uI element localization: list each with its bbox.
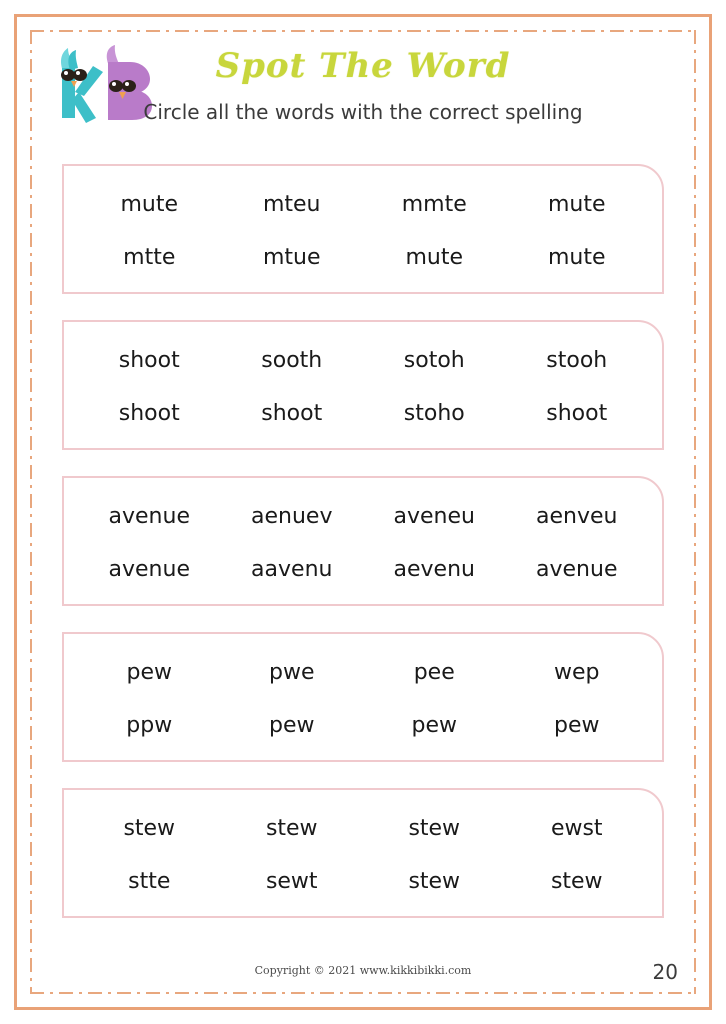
word-option[interactable]: sotoh: [363, 348, 506, 373]
word-option[interactable]: stew: [221, 816, 364, 841]
word-option[interactable]: mmte: [363, 192, 506, 217]
word-option[interactable]: shoot: [221, 401, 364, 426]
word-row: shoot shoot stoho shoot: [78, 401, 648, 426]
word-box-2: shoot sooth sotoh stooh shoot shoot stoh…: [62, 320, 664, 450]
word-option[interactable]: wep: [506, 660, 649, 685]
word-option[interactable]: mute: [78, 192, 221, 217]
worksheet-page: Spot The Word Circle all the words with …: [0, 0, 726, 1024]
worksheet-footer: Copyright © 2021 www.kikkibikki.com 20: [40, 960, 686, 986]
word-box-4: pew pwe pee wep ppw pew pew pew: [62, 632, 664, 762]
word-option[interactable]: aveneu: [363, 504, 506, 529]
word-option[interactable]: pew: [363, 713, 506, 738]
word-option[interactable]: avenue: [506, 557, 649, 582]
word-option[interactable]: pew: [506, 713, 649, 738]
copyright-text: Copyright © 2021 www.kikkibikki.com: [254, 964, 472, 977]
word-option[interactable]: avenue: [78, 557, 221, 582]
word-box-3: avenue aenuev aveneu aenveu avenue aaven…: [62, 476, 664, 606]
word-option[interactable]: aavenu: [221, 557, 364, 582]
word-row: mute mteu mmte mute: [78, 192, 648, 217]
word-option[interactable]: avenue: [78, 504, 221, 529]
word-option[interactable]: shoot: [78, 401, 221, 426]
word-option[interactable]: sooth: [221, 348, 364, 373]
word-option[interactable]: stoho: [363, 401, 506, 426]
word-option[interactable]: pwe: [221, 660, 364, 685]
word-option[interactable]: mute: [506, 192, 649, 217]
worksheet-header: Spot The Word Circle all the words with …: [40, 38, 686, 146]
word-option[interactable]: stew: [506, 869, 649, 894]
word-option[interactable]: mute: [363, 245, 506, 270]
word-box-5: stew stew stew ewst stte sewt stew stew: [62, 788, 664, 918]
word-option[interactable]: mtue: [221, 245, 364, 270]
word-row: ppw pew pew pew: [78, 713, 648, 738]
word-row: stte sewt stew stew: [78, 869, 648, 894]
word-option[interactable]: stew: [363, 869, 506, 894]
instructions-text: Circle all the words with the correct sp…: [143, 100, 583, 124]
word-option[interactable]: mtte: [78, 245, 221, 270]
word-option[interactable]: shoot: [506, 401, 649, 426]
word-option[interactable]: aenuev: [221, 504, 364, 529]
word-option[interactable]: ppw: [78, 713, 221, 738]
word-option[interactable]: pew: [221, 713, 364, 738]
word-box-1: mute mteu mmte mute mtte mtue mute mute: [62, 164, 664, 294]
word-row: shoot sooth sotoh stooh: [78, 348, 648, 373]
word-option[interactable]: stew: [78, 816, 221, 841]
word-option[interactable]: stew: [363, 816, 506, 841]
word-option[interactable]: stooh: [506, 348, 649, 373]
word-row: pew pwe pee wep: [78, 660, 648, 685]
word-row: stew stew stew ewst: [78, 816, 648, 841]
word-row: avenue aavenu aevenu avenue: [78, 557, 648, 582]
word-row: avenue aenuev aveneu aenveu: [78, 504, 648, 529]
page-number: 20: [652, 960, 678, 984]
word-option[interactable]: aevenu: [363, 557, 506, 582]
word-option[interactable]: mteu: [221, 192, 364, 217]
word-option[interactable]: mute: [506, 245, 649, 270]
exercise-list: mute mteu mmte mute mtte mtue mute mute …: [62, 164, 664, 944]
word-option[interactable]: pee: [363, 660, 506, 685]
word-option[interactable]: sewt: [221, 869, 364, 894]
word-option[interactable]: ewst: [506, 816, 649, 841]
word-option[interactable]: pew: [78, 660, 221, 685]
page-title: Spot The Word: [215, 46, 511, 86]
word-row: mtte mtue mute mute: [78, 245, 648, 270]
word-option[interactable]: shoot: [78, 348, 221, 373]
word-option[interactable]: aenveu: [506, 504, 649, 529]
word-option[interactable]: stte: [78, 869, 221, 894]
